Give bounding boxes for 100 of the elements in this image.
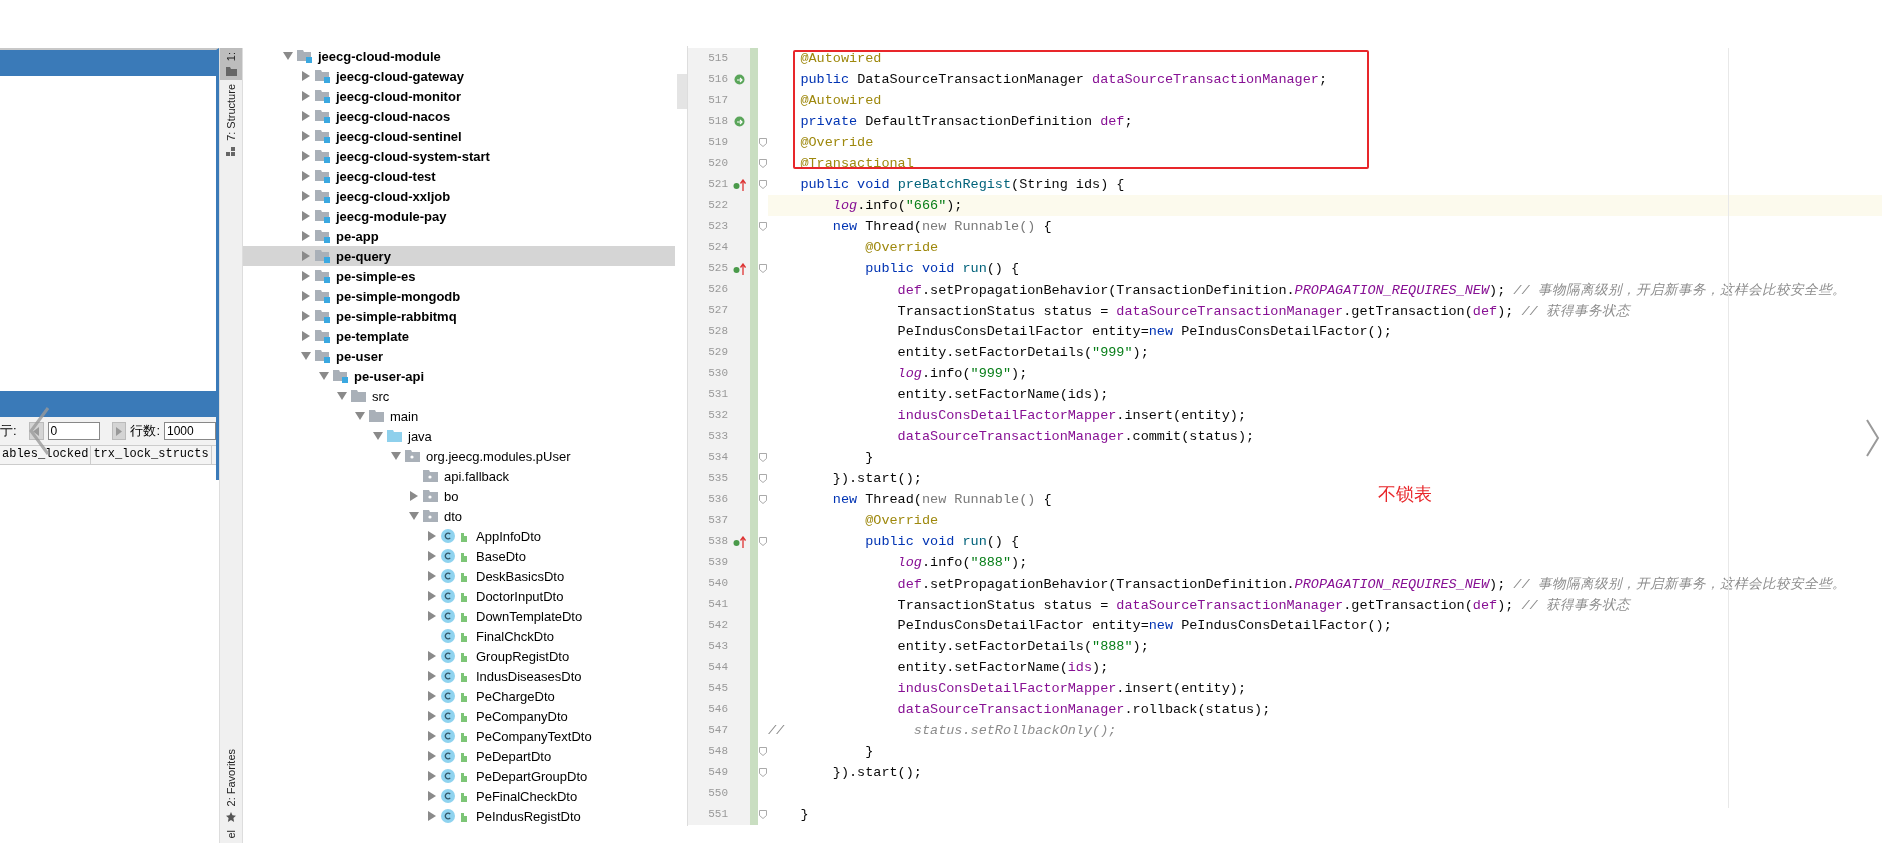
chevron-right-icon[interactable]	[1866, 418, 1880, 458]
tree-item[interactable]: AppInfoDto	[243, 526, 675, 546]
tree-item[interactable]: pe-template	[243, 326, 675, 346]
tree-item[interactable]: jeecg-module-pay	[243, 206, 675, 226]
tree-item[interactable]: pe-app	[243, 226, 675, 246]
fold-marker-icon[interactable]	[759, 474, 767, 483]
code-line: }	[799, 807, 809, 822]
line-number: 539	[708, 555, 728, 570]
tree-item[interactable]: pe-simple-mongodb	[243, 286, 675, 306]
package-folder-icon	[423, 510, 439, 522]
code-line: @Autowired	[799, 93, 882, 108]
override-up-arrow-icon[interactable]	[732, 178, 746, 191]
module-folder-icon	[315, 329, 331, 343]
fold-marker-icon[interactable]	[759, 180, 767, 189]
tree-item[interactable]: jeecg-cloud-gateway	[243, 66, 675, 86]
expand-arrow-icon[interactable]	[410, 491, 418, 501]
column-header[interactable]: ables_locked	[0, 446, 92, 464]
collapse-arrow-icon[interactable]	[373, 432, 383, 440]
tree-item[interactable]: api.fallback	[243, 466, 675, 486]
fold-marker-icon[interactable]	[759, 810, 767, 819]
tree-item[interactable]: IndusDiseasesDto	[243, 666, 675, 686]
tree-item[interactable]: FinalChckDto	[243, 626, 675, 646]
collapse-arrow-icon[interactable]	[409, 512, 419, 520]
collapse-arrow-icon[interactable]	[301, 352, 311, 360]
tree-item[interactable]: jeecg-cloud-module	[243, 46, 675, 66]
code-line: new Thread(new Runnable() {	[831, 219, 1052, 234]
tool-window-tab[interactable]: 7: Structure	[220, 80, 242, 161]
module-folder-icon	[315, 129, 331, 143]
tree-item[interactable]: pe-simple-es	[243, 266, 675, 286]
folder-icon	[225, 67, 237, 77]
code-line: }).start();	[831, 765, 922, 780]
line-number: 550	[708, 786, 728, 801]
tree-item[interactable]: DownTemplateDto	[243, 606, 675, 626]
fold-marker-icon[interactable]	[759, 747, 767, 756]
bean-icon[interactable]	[733, 74, 745, 85]
tree-item[interactable]: PeChargeDto	[243, 686, 675, 706]
fold-marker-icon[interactable]	[759, 264, 767, 273]
collapse-arrow-icon[interactable]	[391, 452, 401, 460]
tool-window-tab[interactable]: 2: Favorites	[220, 744, 242, 827]
tree-item[interactable]: jeecg-cloud-sentinel	[243, 126, 675, 146]
code-line: public void run() {	[864, 534, 1020, 549]
fold-marker-icon[interactable]	[759, 537, 767, 546]
tree-item[interactable]: DoctorInputDto	[243, 586, 675, 606]
override-up-arrow-icon[interactable]	[732, 262, 746, 275]
tree-item[interactable]: jeecg-cloud-test	[243, 166, 675, 186]
fold-marker-icon[interactable]	[759, 138, 767, 147]
collapse-arrow-icon[interactable]	[319, 372, 329, 380]
column-header[interactable]: trx_lock_structs	[91, 446, 212, 464]
fold-marker-icon[interactable]	[759, 159, 767, 168]
module-folder-icon	[315, 229, 331, 243]
tool-window-tab[interactable]: el	[220, 826, 242, 843]
collapse-arrow-icon[interactable]	[355, 412, 365, 420]
code-line: log.info("666");	[831, 198, 963, 213]
tree-item[interactable]: main	[243, 406, 675, 426]
tree-item[interactable]: pe-simple-rabbitmq	[243, 306, 675, 326]
line-number: 537	[708, 513, 728, 528]
tree-item[interactable]: GroupRegistDto	[243, 646, 675, 666]
bean-icon[interactable]	[733, 116, 745, 127]
tree-item[interactable]: pe-user	[243, 346, 675, 366]
code-line: // status.setRollbackOnly();	[768, 723, 1117, 738]
tree-item[interactable]: jeecg-cloud-monitor	[243, 86, 675, 106]
tree-item[interactable]: jeecg-cloud-nacos	[243, 106, 675, 126]
tree-item[interactable]: dto	[243, 506, 675, 526]
collapse-arrow-icon[interactable]	[337, 392, 347, 400]
folder-icon	[369, 410, 385, 422]
tree-item[interactable]: PeDepartGroupDto	[243, 766, 675, 786]
next-page-button[interactable]	[111, 422, 127, 440]
tree-item[interactable]: PeCompanyDto	[243, 706, 675, 726]
tool-window-tab[interactable]: 1:	[220, 48, 242, 81]
tree-item[interactable]: pe-user-api	[243, 366, 675, 386]
tree-item[interactable]: src	[243, 386, 675, 406]
row-count-field[interactable]: 1000	[164, 422, 216, 440]
fold-marker-icon[interactable]	[759, 222, 767, 231]
tree-item[interactable]: PeCompanyTextDto	[243, 726, 675, 746]
tree-item[interactable]: org.jeecg.modules.pUser	[243, 446, 675, 466]
tree-item[interactable]: java	[243, 426, 675, 446]
line-number: 526	[708, 282, 728, 297]
line-number: 524	[708, 240, 728, 255]
tree-item[interactable]: PeDepartDto	[243, 746, 675, 766]
triangle-left-icon	[33, 426, 40, 436]
line-number: 515	[708, 51, 728, 66]
fold-marker-icon[interactable]	[759, 768, 767, 777]
tree-item[interactable]: DeskBasicsDto	[243, 566, 675, 586]
tree-item[interactable]: BaseDto	[243, 546, 675, 566]
fold-marker-icon[interactable]	[759, 453, 767, 462]
code-line: entity.setFactorName(ids);	[896, 387, 1109, 402]
row-input-field[interactable]: 0	[47, 422, 100, 440]
tree-item[interactable]: pe-query	[243, 246, 675, 266]
tree-item[interactable]: PeIndusRegistDto	[243, 806, 675, 826]
line-number: 534	[708, 450, 728, 465]
tree-item[interactable]: jeecg-cloud-system-start	[243, 146, 675, 166]
module-folder-icon	[315, 169, 331, 183]
scrollbar-thumb[interactable]	[677, 74, 687, 109]
tree-item[interactable]: jeecg-cloud-xxljob	[243, 186, 675, 206]
override-up-arrow-icon[interactable]	[732, 535, 746, 548]
module-folder-icon	[315, 149, 331, 163]
tree-item[interactable]: bo	[243, 486, 675, 506]
fold-marker-icon[interactable]	[759, 495, 767, 504]
collapse-arrow-icon[interactable]	[283, 52, 293, 60]
tree-item[interactable]: PeFinalCheckDto	[243, 786, 675, 806]
